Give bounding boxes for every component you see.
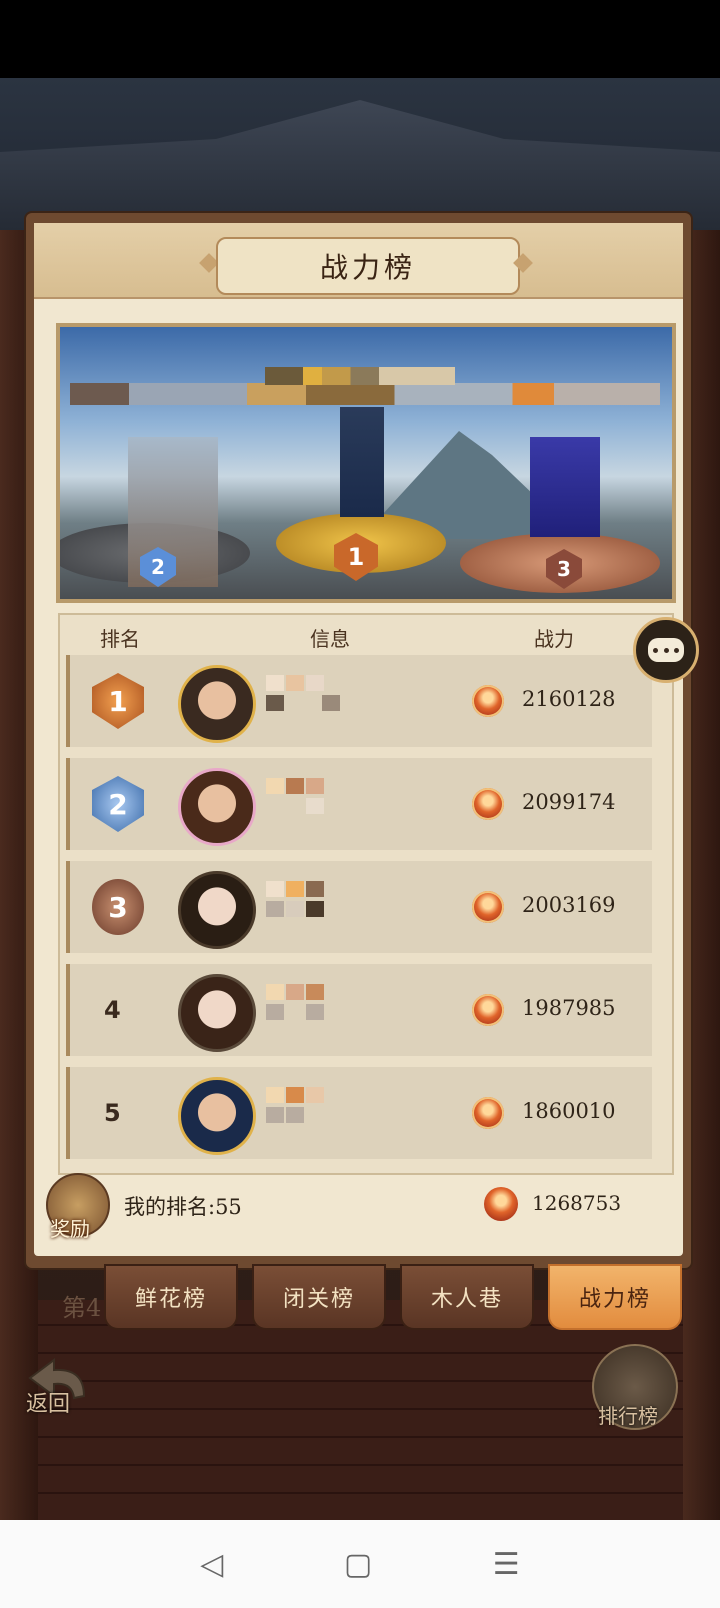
reward-button-label[interactable]: 奖励 [50, 1213, 90, 1242]
table-row[interactable]: 5 1860010 [66, 1067, 652, 1159]
power-value: 2160128 [522, 687, 616, 711]
chat-button[interactable] [633, 617, 699, 683]
my-rank-text: 我的排名:55 [124, 1195, 242, 1219]
chat-icon [648, 638, 684, 662]
player-info-blurred [266, 675, 346, 719]
power-flame-icon [472, 685, 504, 717]
player-figure-1 [340, 407, 384, 517]
power-value: 1860010 [522, 1099, 616, 1123]
power-flame-icon [472, 994, 504, 1026]
status-bar [0, 0, 720, 78]
player-info-blurred [266, 984, 346, 1028]
avatar[interactable] [178, 871, 256, 949]
ranking-table: 排名 信息 战力 1 2160128 2 2099174 3 2003169 4… [58, 613, 674, 1175]
player-figure-3 [530, 437, 600, 537]
panel-body: 战力榜 2 1 3 排名 信息 战力 1 2160128 2 2099174 3… [34, 223, 683, 1256]
power-value: 2099174 [522, 790, 616, 814]
tab-wooden-alley[interactable]: 木人巷 [400, 1264, 534, 1330]
avatar[interactable] [178, 665, 256, 743]
avatar[interactable] [178, 974, 256, 1052]
ranking-panel: 战力榜 2 1 3 排名 信息 战力 1 2160128 2 2099174 3… [26, 213, 691, 1268]
back-button-label[interactable]: 返回 [26, 1386, 70, 1418]
power-flame-icon [472, 1097, 504, 1129]
name-banner-mosaic [70, 383, 660, 405]
avatar[interactable] [178, 1077, 256, 1155]
leaderboard-button-label[interactable]: 排行榜 [598, 1400, 658, 1429]
rank-number: 5 [104, 1099, 121, 1127]
table-row[interactable]: 2 2099174 [66, 758, 652, 850]
header-power: 战力 [534, 627, 574, 651]
podium-showcase: 2 1 3 [56, 323, 676, 603]
tab-seclusion-ranking[interactable]: 闭关榜 [252, 1264, 386, 1330]
power-flame-icon [484, 1187, 518, 1221]
nav-home-icon[interactable]: ▢ [344, 1547, 372, 1582]
system-nav-bar: ◁ ▢ ☰ [0, 1520, 720, 1608]
nav-menu-icon[interactable]: ☰ [493, 1547, 520, 1582]
nav-back-icon[interactable]: ◁ [200, 1547, 223, 1582]
panel-title: 战力榜 [216, 237, 520, 295]
power-value: 1987985 [522, 996, 616, 1020]
rank-badge-icon: 1 [92, 673, 144, 729]
table-row[interactable]: 3 2003169 [66, 861, 652, 953]
power-flame-icon [472, 891, 504, 923]
panel-header: 战力榜 [34, 223, 683, 299]
table-header: 排名 信息 战力 [60, 615, 672, 655]
rank-badge-icon: 3 [92, 879, 144, 935]
rank-badge-icon: 2 [92, 776, 144, 832]
header-info: 信息 [310, 627, 350, 651]
avatar[interactable] [178, 768, 256, 846]
rank-number: 4 [104, 996, 121, 1024]
player-info-blurred [266, 881, 346, 925]
table-row[interactable]: 1 2160128 [66, 655, 652, 747]
header-rank: 排名 [100, 627, 140, 651]
player-info-blurred [266, 1087, 346, 1131]
name-tag-mosaic [265, 367, 455, 385]
player-info-blurred [266, 778, 346, 822]
power-value: 2003169 [522, 893, 616, 917]
table-row[interactable]: 4 1987985 [66, 964, 652, 1056]
power-flame-icon [472, 788, 504, 820]
brick-wall [38, 1300, 683, 1520]
my-rank-bar: 奖励 我的排名:55 1268753 [42, 1173, 675, 1243]
tab-power-ranking[interactable]: 战力榜 [548, 1264, 682, 1330]
background-partial-text: 第4 [62, 1294, 102, 1322]
my-power-value: 1268753 [532, 1191, 622, 1215]
tab-flower-ranking[interactable]: 鲜花榜 [104, 1264, 238, 1330]
